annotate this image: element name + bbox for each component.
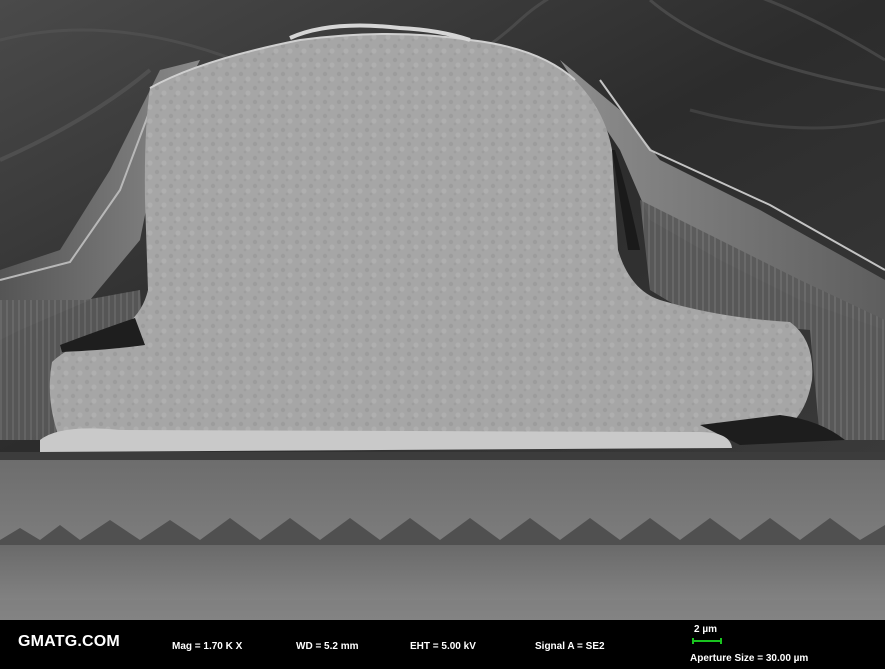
scale-bar-label: 2 µm xyxy=(694,624,717,635)
working-distance-readout: WD = 5.2 mm xyxy=(296,641,359,652)
sem-data-bar: GMATG.COM Mag = 1.70 K X WD = 5.2 mm EHT… xyxy=(0,620,885,669)
aperture-size-readout: Aperture Size = 30.00 µm xyxy=(690,653,809,664)
signal-readout: Signal A = SE2 xyxy=(535,641,605,652)
lab-logo-text: GMATG.COM xyxy=(18,633,120,650)
sem-micrograph-frame: GMATG.COM Mag = 1.70 K X WD = 5.2 mm EHT… xyxy=(0,0,885,669)
magnification-readout: Mag = 1.70 K X xyxy=(172,641,243,652)
scale-bar-icon xyxy=(692,638,722,644)
sem-cross-section-image xyxy=(0,0,885,620)
eht-voltage-readout: EHT = 5.00 kV xyxy=(410,641,476,652)
